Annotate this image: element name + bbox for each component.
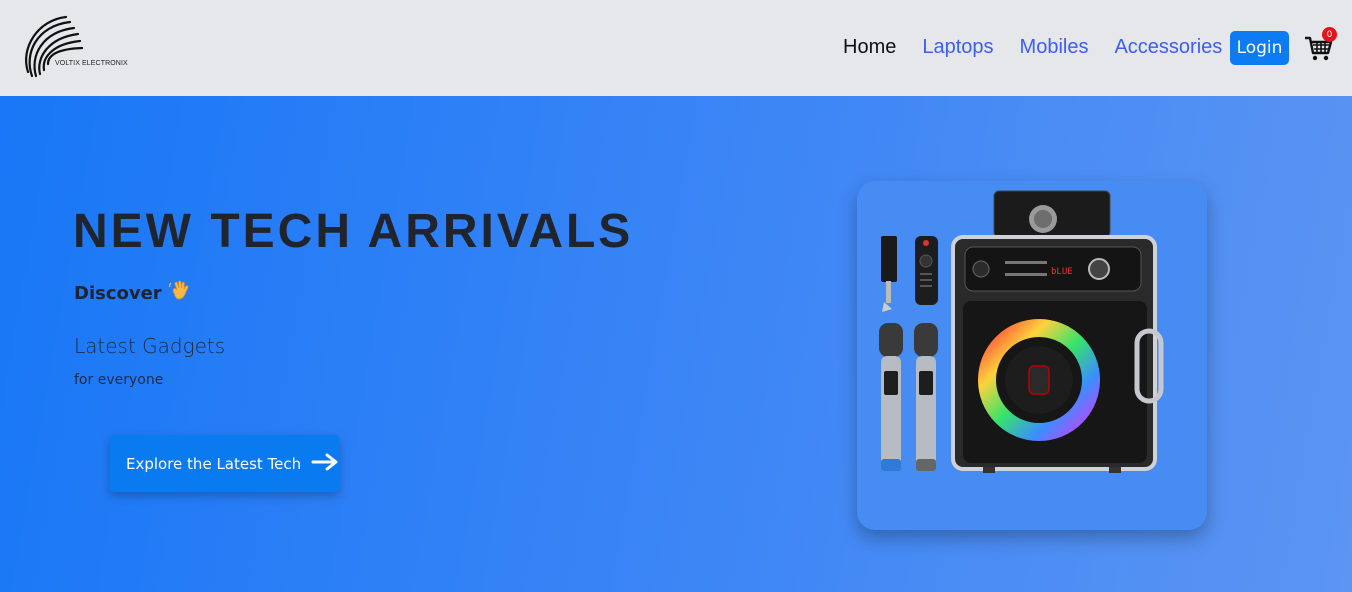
brand-logo[interactable]: VOLTIX ELECTRONIX xyxy=(22,14,134,82)
arrow-right-icon xyxy=(311,452,339,476)
nav-link-accessories[interactable]: Accessories xyxy=(1114,36,1222,59)
brand-name: VOLTIX ELECTRONIX xyxy=(55,60,128,67)
navbar: VOLTIX ELECTRONIX Home Laptops Mobiles A… xyxy=(0,0,1352,96)
karaoke-speaker-image: bLUE xyxy=(879,190,1164,473)
discover-label: Discover xyxy=(74,283,162,304)
nav-link-mobiles[interactable]: Mobiles xyxy=(1020,36,1089,59)
nav-link-laptops[interactable]: Laptops xyxy=(922,36,993,59)
login-button[interactable]: Login xyxy=(1230,31,1289,65)
hero-section: NEW TECH ARRIVALS Discover Latest Gadget… xyxy=(0,96,1352,592)
explore-button-label: Explore the Latest Tech xyxy=(126,454,302,473)
explore-button[interactable]: Explore the Latest Tech xyxy=(110,435,339,492)
product-card: bLUE xyxy=(857,181,1207,530)
waving-hand-icon xyxy=(168,279,192,308)
nav-links: Home Laptops Mobiles Accessories xyxy=(843,36,1222,59)
nav-link-home[interactable]: Home xyxy=(843,36,896,59)
hero-subtitle: Latest Gadgets xyxy=(74,334,226,358)
hero-title: NEW TECH ARRIVALS xyxy=(73,205,634,258)
hero-discover: Discover xyxy=(74,279,192,308)
cart-count-badge: 0 xyxy=(1322,27,1337,42)
logo-swirl-icon xyxy=(25,15,84,78)
hero-tagline: for everyone xyxy=(74,372,164,388)
svg-text:bLUE: bLUE xyxy=(1051,267,1073,277)
